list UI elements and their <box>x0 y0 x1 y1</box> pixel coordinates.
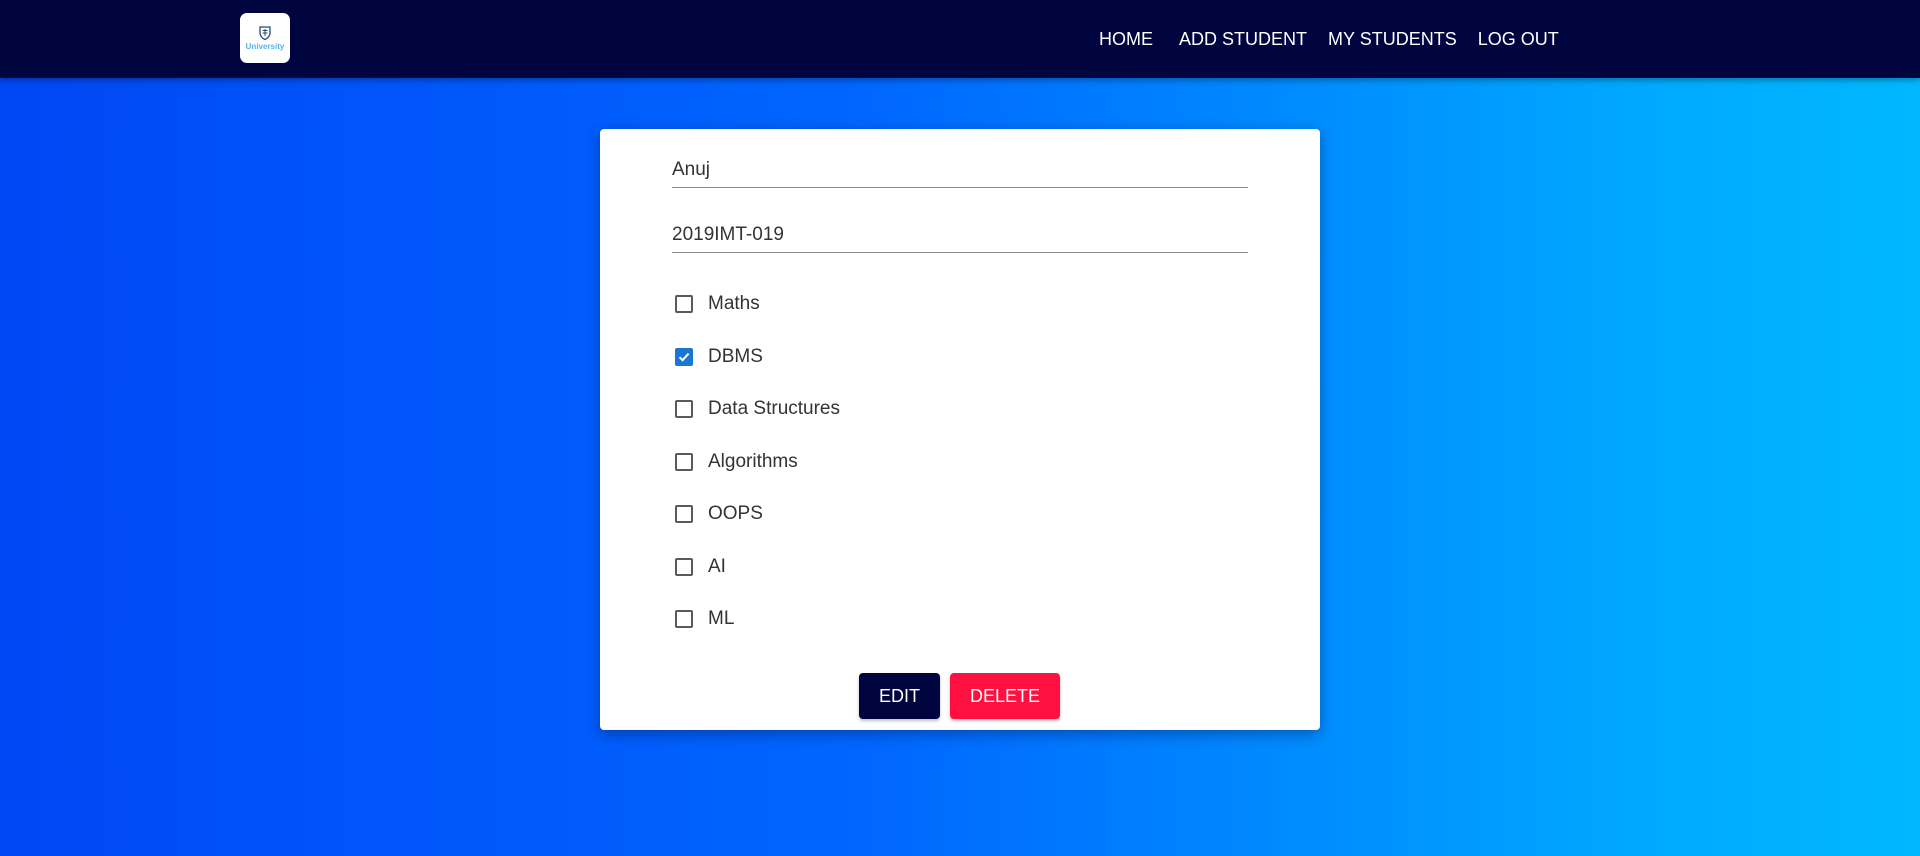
subject-option-dbms[interactable]: DBMS <box>672 342 763 372</box>
top-navbar: University HOME ADD STUDENT MY STUDENTS … <box>0 0 1920 78</box>
nav-link-log-out[interactable]: LOG OUT <box>1478 29 1559 50</box>
subject-label: Maths <box>708 293 760 314</box>
checkbox[interactable] <box>675 558 693 576</box>
checkmark-icon <box>678 352 690 362</box>
name-field <box>672 159 1248 188</box>
checkbox[interactable] <box>675 400 693 418</box>
edit-button[interactable]: EDIT <box>859 673 940 719</box>
nav-link-home[interactable]: HOME <box>1099 29 1153 50</box>
roll-number-input[interactable] <box>672 224 1248 252</box>
subject-option-algorithms[interactable]: Algorithms <box>672 447 798 477</box>
subject-option-oops[interactable]: OOPS <box>672 499 763 529</box>
subject-option-maths[interactable]: Maths <box>672 289 760 319</box>
nav-link-add-student[interactable]: ADD STUDENT <box>1179 29 1307 50</box>
subject-label: ML <box>708 608 735 629</box>
subject-option-data-structures[interactable]: Data Structures <box>672 394 840 424</box>
nav-link-my-students[interactable]: MY STUDENTS <box>1328 29 1457 50</box>
checkbox[interactable] <box>675 505 693 523</box>
subject-label: DBMS <box>708 346 763 367</box>
checkbox[interactable] <box>675 610 693 628</box>
checkbox[interactable] <box>675 453 693 471</box>
checkbox[interactable] <box>675 348 693 366</box>
subject-option-ml[interactable]: ML <box>672 604 734 634</box>
form-actions: EDIT DELETE <box>859 673 1060 719</box>
logo-text: University <box>245 42 285 51</box>
roll-number-field <box>672 224 1248 253</box>
checkbox[interactable] <box>675 295 693 313</box>
subject-label: OOPS <box>708 503 763 524</box>
university-logo[interactable]: University <box>240 13 290 63</box>
subject-label: AI <box>708 556 726 577</box>
subject-option-ai[interactable]: AI <box>672 552 726 582</box>
crest-icon <box>259 26 271 41</box>
name-input[interactable] <box>672 159 1248 187</box>
subject-label: Data Structures <box>708 398 840 419</box>
nav-menu: HOME ADD STUDENT MY STUDENTS LOG OUT <box>1099 0 1559 78</box>
student-form-card: Maths DBMS Data Structures Algorithms OO… <box>600 129 1320 730</box>
subject-label: Algorithms <box>708 451 798 472</box>
delete-button[interactable]: DELETE <box>950 673 1060 719</box>
